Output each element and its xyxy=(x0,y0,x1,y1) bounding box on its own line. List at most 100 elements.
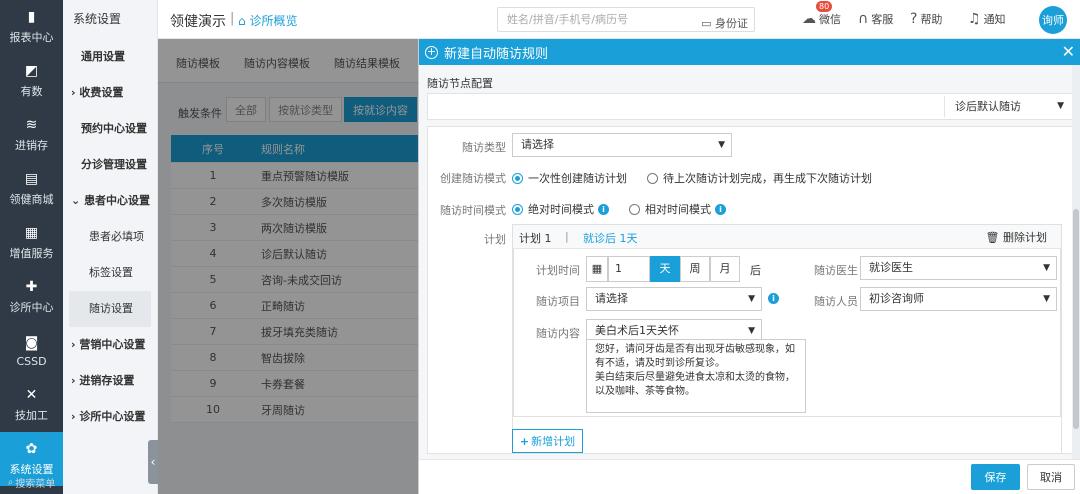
service-label: 客服 xyxy=(871,13,894,26)
trash-icon: 🗑 xyxy=(985,231,1000,244)
nav-label: 增值服务 xyxy=(9,247,54,260)
sub-nav-required-fields[interactable]: 患者必填项 xyxy=(63,219,157,255)
calendar-icon[interactable]: ▦ xyxy=(586,256,608,282)
staff-value: 初诊咨询师 xyxy=(869,292,924,305)
id-card-label: 身份证 xyxy=(715,17,748,30)
create-mode-label: 创建随访模式 xyxy=(440,172,506,185)
create-mode-sequential[interactable]: 待上次随访计划完成，再生成下次随访计划 xyxy=(647,170,872,186)
content-text: 您好，请问牙齿是否有出现牙齿敏感现象，如有不适，请及时到诊所复诊。 美白结束后尽… xyxy=(595,344,795,397)
visit-type-value: 请选择 xyxy=(521,138,554,151)
delete-plan-button[interactable]: 🗑 删除计划 xyxy=(986,229,1047,245)
close-icon[interactable]: ✕ xyxy=(1062,42,1075,61)
nav-item-report-center[interactable]: ▮ 报表中心 xyxy=(0,0,63,54)
content-textarea[interactable]: 您好，请问牙齿是否有出现牙齿敏感现象，如有不适，请及时到诊所复诊。 美白结束后尽… xyxy=(586,339,806,413)
modal-body: 随访节点配置 诊后默认随访 ▼ 随访类型 请选择 ▼ 创建随访模式 一次性创建随… xyxy=(419,65,1080,459)
search-menu-label: 搜索菜单 xyxy=(15,478,56,490)
unit-week-button[interactable]: 周 xyxy=(680,256,710,282)
wechat-button[interactable]: ☁ 80 微信 xyxy=(802,1,841,27)
caret-down-icon: ▼ xyxy=(1043,294,1050,304)
item-select[interactable]: 请选择 ▼ xyxy=(586,287,762,311)
unit-month-button[interactable]: 月 xyxy=(710,256,740,282)
line-chart-icon: ◩ xyxy=(24,63,39,79)
new-rule-modal: + 新建自动随访规则 ✕ 随访节点配置 诊后默认随访 ▼ 随访类型 请选择 ▼ … xyxy=(418,39,1080,494)
caret-down-icon: ▼ xyxy=(1043,263,1050,273)
add-plan-button[interactable]: + 新增计划 xyxy=(512,429,583,453)
sub-nav-inventory[interactable]: › 进销存设置 xyxy=(63,363,157,399)
doctor-select[interactable]: 就诊医生 ▼ xyxy=(860,256,1057,280)
sub-nav-clinic[interactable]: › 诊所中心设置 xyxy=(63,399,157,435)
org-name: 领健演示 xyxy=(170,14,226,30)
radio-unchecked xyxy=(647,172,658,184)
sub-nav-follow-up[interactable]: 随访设置 xyxy=(69,291,151,327)
clinic-overview-link[interactable]: ⌂ 诊所概览 xyxy=(238,12,297,29)
sub-nav-label: 诊所中心设置 xyxy=(79,410,146,423)
notify-label: 通知 xyxy=(983,13,1006,26)
radio-label: 一次性创建随访计划 xyxy=(528,172,627,185)
time-mode-absolute[interactable]: 绝对时间模式 i xyxy=(512,201,609,217)
search-menu[interactable]: ⌕ 搜索菜单 xyxy=(0,470,63,494)
wechat-label: 微信 xyxy=(819,13,841,26)
nav-item-clinic-center[interactable]: ✚ 诊所中心 xyxy=(0,270,63,324)
radio-checked xyxy=(512,203,523,215)
caret-down-icon: ▼ xyxy=(748,294,755,304)
chevron-down-icon: ⌄ xyxy=(71,194,81,207)
avatar[interactable]: 询师 xyxy=(1039,6,1067,34)
tools-icon: ✕ xyxy=(25,387,38,403)
visit-type-select[interactable]: 请选择 ▼ xyxy=(512,133,732,157)
radio-label: 待上次随访计划完成，再生成下次随访计划 xyxy=(663,172,872,185)
info-icon[interactable]: i xyxy=(768,293,779,304)
plan-tab-desc[interactable]: 就诊后 1天 xyxy=(583,230,638,246)
id-card-button[interactable]: ▭ 身份证 xyxy=(701,12,748,35)
modal-overlay[interactable] xyxy=(158,39,418,494)
radio-label: 绝对时间模式 xyxy=(528,203,594,216)
sub-nav-appointment[interactable]: 预约中心设置 xyxy=(63,111,157,147)
nav-item-mall[interactable]: ▤ 领健商城 xyxy=(0,162,63,216)
sub-nav-billing[interactable]: › 收费设置 xyxy=(63,75,157,111)
cssd-icon: ◙ xyxy=(24,334,39,351)
collapse-handle[interactable]: ‹ xyxy=(148,440,158,484)
time-mode-relative[interactable]: 相对时间模式 i xyxy=(629,201,726,217)
scrollbar[interactable] xyxy=(1072,65,1080,459)
plan-tab[interactable]: 计划 1 xyxy=(519,230,552,246)
clinic-overview-label: 诊所概览 xyxy=(249,14,298,28)
nav-item-value-added[interactable]: ▦ 增值服务 xyxy=(0,216,63,270)
info-icon[interactable]: i xyxy=(598,203,609,215)
nav-item-lab[interactable]: ✕ 技加工 xyxy=(0,378,63,432)
cancel-button[interactable]: 取消 xyxy=(1027,464,1075,490)
plan-tab-separator: | xyxy=(565,230,569,243)
help-icon: ? xyxy=(910,11,918,27)
nav-item-inventory[interactable]: ≋ 进销存 xyxy=(0,108,63,162)
clinic-icon: ✚ xyxy=(25,279,38,295)
staff-select[interactable]: 初诊咨询师 ▼ xyxy=(860,287,1057,311)
chevron-right-icon: › xyxy=(71,410,76,423)
layers-icon: ≋ xyxy=(25,117,38,133)
scrollbar-thumb[interactable] xyxy=(1073,209,1079,429)
save-button[interactable]: 保存 xyxy=(971,464,1020,490)
sub-nav-patient-center[interactable]: ⌄ 患者中心设置 xyxy=(63,183,157,219)
create-mode-once[interactable]: 一次性创建随访计划 xyxy=(512,170,627,186)
sub-nav-label: 进销存设置 xyxy=(79,374,135,387)
unit-day-button[interactable]: 天 xyxy=(650,256,680,282)
wechat-icon: ☁ xyxy=(802,11,816,27)
plus-circle-icon: + xyxy=(425,45,438,59)
doctor-value: 就诊医生 xyxy=(869,261,913,274)
sub-nav-triage[interactable]: 分诊管理设置 xyxy=(63,147,157,183)
sub-nav-general[interactable]: 通用设置 xyxy=(63,39,157,75)
notify-button[interactable]: ♫ 通知 xyxy=(968,11,1006,27)
service-button[interactable]: ∩ 客服 xyxy=(858,11,893,27)
nav-item-youshu[interactable]: ◩ 有数 xyxy=(0,54,63,108)
sub-nav-tags[interactable]: 标签设置 xyxy=(63,255,157,291)
patient-search-input[interactable]: 姓名/拼音/手机号/病历号 ▭ 身份证 xyxy=(497,7,755,32)
plan-time-input[interactable]: 1 xyxy=(608,256,650,282)
help-button[interactable]: ? 帮助 xyxy=(910,11,942,27)
settings-icon: ✿ xyxy=(25,441,38,457)
home-icon: ⌂ xyxy=(238,14,246,28)
nav-item-cssd[interactable]: ◙ CSSD xyxy=(0,324,63,378)
info-icon[interactable]: i xyxy=(715,203,726,215)
top-header: 领健演示 | ⌂ 诊所概览 姓名/拼音/手机号/病历号 ▭ 身份证 ☁ 80 微… xyxy=(158,0,1080,39)
sub-nav-marketing[interactable]: › 营销中心设置 xyxy=(63,327,157,363)
node-select[interactable]: 诊后默认随访 ▼ xyxy=(944,96,1068,117)
id-card-icon: ▭ xyxy=(701,17,712,30)
delete-plan-label: 删除计划 xyxy=(1003,231,1047,244)
plan-tabbar: 计划 1 | 就诊后 1天 🗑 删除计划 xyxy=(513,225,1061,249)
